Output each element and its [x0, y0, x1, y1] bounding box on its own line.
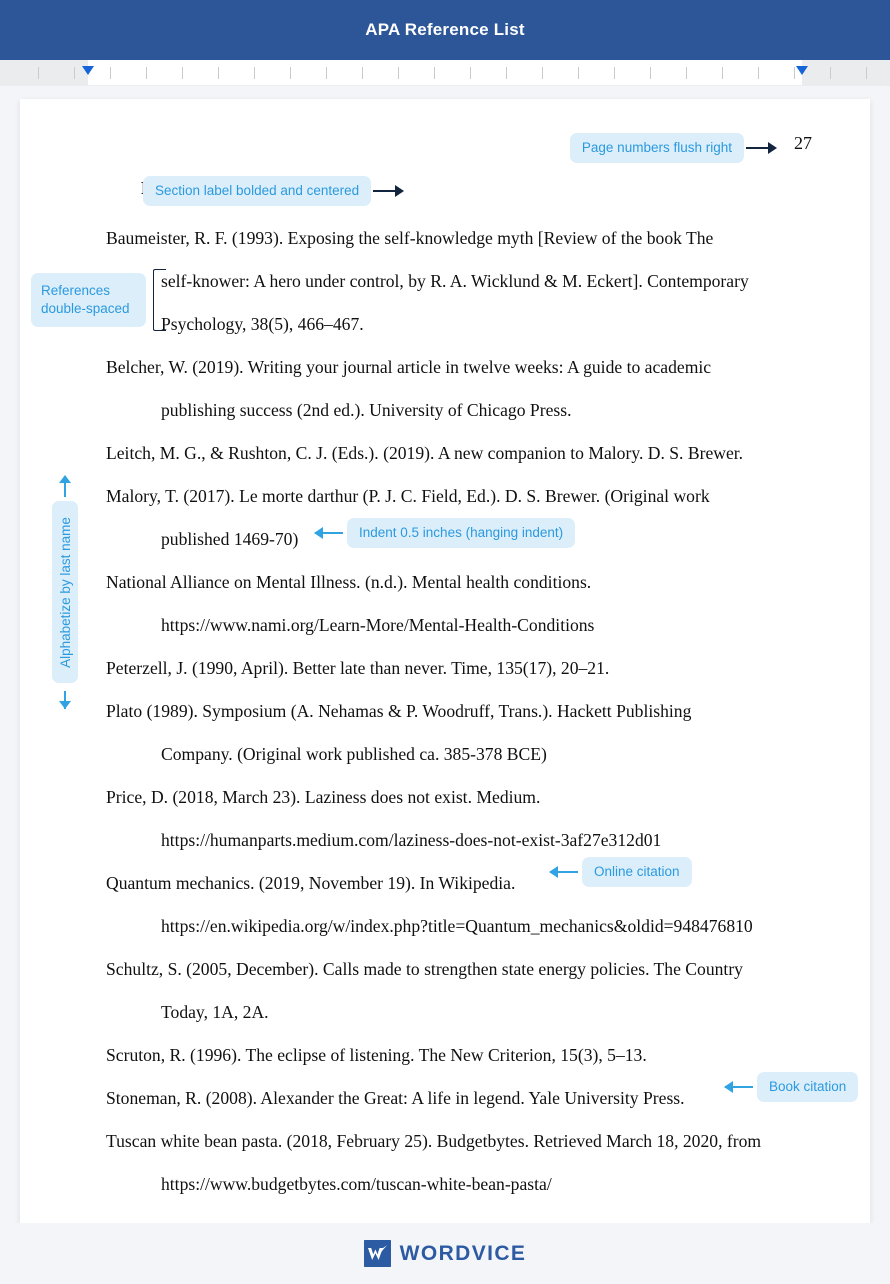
wordvice-logo-icon	[363, 1240, 391, 1267]
annotation-double-spaced-line2: double-spaced	[41, 301, 130, 316]
annotation-page-numbers: Page numbers flush right	[569, 133, 778, 164]
arrow-down-icon	[58, 687, 72, 709]
reference-line-continued: Company. (Original work published ca. 38…	[161, 744, 547, 764]
reference-entry: Plato (1989). Symposium (A. Nehamas & P.…	[106, 690, 826, 776]
annotation-section-label-text: Section label bolded and centered	[143, 176, 372, 207]
brand-name: WORDVICE	[399, 1241, 527, 1265]
reference-entry: Belcher, W. (2019). Writing your journal…	[106, 346, 826, 432]
arrow-left-icon	[548, 865, 582, 879]
ruler-tick	[470, 67, 471, 79]
reference-line-first: Stoneman, R. (2008). Alexander the Great…	[106, 1088, 685, 1108]
page-number: 27	[794, 133, 812, 153]
ruler-tick	[578, 67, 579, 79]
reference-line-first: Schultz, S. (2005, December). Calls made…	[106, 959, 743, 979]
annotation-section-label: Section label bolded and centered	[143, 176, 405, 207]
reference-entry: Baumeister, R. F. (1993). Exposing the s…	[106, 217, 826, 346]
reference-line-continued: https://en.wikipedia.org/w/index.php?tit…	[161, 916, 753, 936]
reference-line-first: Belcher, W. (2019). Writing your journal…	[106, 357, 712, 377]
ruler-tick	[614, 67, 615, 79]
annotation-indent: Indent 0.5 inches (hanging indent)	[313, 518, 576, 549]
annotation-double-spaced-label: References double-spaced	[31, 273, 146, 327]
ruler-tick	[434, 67, 435, 79]
reference-line-continued: Psychology, 38(5), 466–467.	[161, 314, 364, 334]
reference-line-first: Price, D. (2018, March 23). Laziness doe…	[106, 787, 541, 807]
reference-line-first: Plato (1989). Symposium (A. Nehamas & P.…	[106, 701, 692, 721]
annotation-indent-label: Indent 0.5 inches (hanging indent)	[347, 518, 576, 549]
arrow-right-icon	[744, 141, 778, 155]
reference-line-first: National Alliance on Mental Illness. (n.…	[106, 572, 592, 592]
reference-entry: Tuscan white bean pasta. (2018, February…	[106, 1120, 826, 1206]
ruler-right-indent-marker-icon[interactable]	[796, 66, 808, 75]
ruler-tick	[110, 67, 111, 79]
ruler-tick	[254, 67, 255, 79]
reference-line-first: Malory, T. (2017). Le morte darthur (P. …	[106, 486, 710, 506]
ruler-ticks	[0, 60, 890, 86]
reference-entry: Stoneman, R. (2008). Alexander the Great…	[106, 1077, 826, 1120]
ruler-tick	[74, 67, 75, 79]
reference-line-first: Peterzell, J. (1990, April). Better late…	[106, 658, 610, 678]
reference-entry: Peterzell, J. (1990, April). Better late…	[106, 647, 826, 690]
annotation-alphabetize-pill: Alphabetize by last name	[52, 501, 78, 683]
ruler-tick	[290, 67, 291, 79]
annotation-alphabetize: Alphabetize by last name	[44, 475, 86, 715]
page-number-row: 27	[784, 133, 812, 154]
reference-entry: Schultz, S. (2005, December). Calls made…	[106, 948, 826, 1034]
ruler-tick	[398, 67, 399, 79]
reference-line-continued: https://humanparts.medium.com/laziness-d…	[161, 830, 662, 850]
ruler-tick	[362, 67, 363, 79]
annotation-page-numbers-label: Page numbers flush right	[569, 133, 744, 164]
title-bar: APA Reference List	[0, 0, 890, 60]
reference-line-continued: https://www.nami.org/Learn-More/Mental-H…	[161, 615, 595, 635]
app-root: APA Reference List 27 References Baumeis…	[0, 0, 890, 1284]
arrow-left-icon	[313, 526, 347, 540]
ruler-tick	[650, 67, 651, 79]
reference-list: Baumeister, R. F. (1993). Exposing the s…	[106, 217, 826, 1206]
annotation-alphabetize-label: Alphabetize by last name	[57, 516, 73, 668]
reference-entry: Leitch, M. G., & Rushton, C. J. (Eds.). …	[106, 432, 826, 475]
annotation-book-citation-label: Book citation	[757, 1072, 859, 1103]
reference-entry: Scruton, R. (1996). The eclipse of liste…	[106, 1034, 826, 1077]
ruler-tick	[758, 67, 759, 79]
ruler-tick	[686, 67, 687, 79]
document-page: 27 References Baumeister, R. F. (1993). …	[20, 99, 870, 1223]
reference-line-first: Leitch, M. G., & Rushton, C. J. (Eds.). …	[106, 443, 744, 463]
footer: WORDVICE	[0, 1223, 890, 1284]
reference-entry: Quantum mechanics. (2019, November 19). …	[106, 862, 826, 948]
reference-line-continued: self-knower: A hero under control, by R.…	[161, 271, 749, 291]
arrow-up-icon	[58, 475, 72, 497]
arrow-right-icon	[371, 184, 405, 198]
reference-line-first: Scruton, R. (1996). The eclipse of liste…	[106, 1045, 647, 1065]
reference-line-first: Tuscan white bean pasta. (2018, February…	[106, 1131, 762, 1151]
ruler-tick	[506, 67, 507, 79]
reference-line-first: Quantum mechanics. (2019, November 19). …	[106, 873, 516, 893]
ruler-tick	[146, 67, 147, 79]
document-ruler[interactable]	[0, 60, 890, 86]
ruler-tick	[722, 67, 723, 79]
annotation-online-citation-label: Online citation	[582, 857, 692, 888]
document-body: 27 References Baumeister, R. F. (1993). …	[20, 99, 870, 1223]
bracket-icon	[153, 269, 166, 331]
page-title: APA Reference List	[365, 20, 525, 39]
arrow-left-icon	[723, 1080, 757, 1094]
ruler-tick	[38, 67, 39, 79]
ruler-left-indent-marker-icon[interactable]	[82, 66, 94, 75]
ruler-tick	[542, 67, 543, 79]
annotation-online-citation: Online citation	[548, 857, 692, 888]
annotation-book-citation: Book citation	[723, 1072, 859, 1103]
ruler-tick	[794, 67, 795, 79]
annotation-double-spaced: References double-spaced	[31, 269, 191, 331]
ruler-tick	[830, 67, 831, 79]
ruler-tick	[866, 67, 867, 79]
reference-line-first: Baumeister, R. F. (1993). Exposing the s…	[106, 228, 714, 248]
ruler-tick	[218, 67, 219, 79]
reference-line-continued: publishing success (2nd ed.). University…	[161, 400, 572, 420]
ruler-tick	[326, 67, 327, 79]
reference-line-continued: https://www.budgetbytes.com/tuscan-white…	[161, 1174, 552, 1194]
annotation-double-spaced-line1: References	[41, 283, 111, 299]
ruler-tick	[182, 67, 183, 79]
reference-entry: Price, D. (2018, March 23). Laziness doe…	[106, 776, 826, 862]
reference-entry: National Alliance on Mental Illness. (n.…	[106, 561, 826, 647]
reference-line-continued: Today, 1A, 2A.	[161, 1002, 269, 1022]
